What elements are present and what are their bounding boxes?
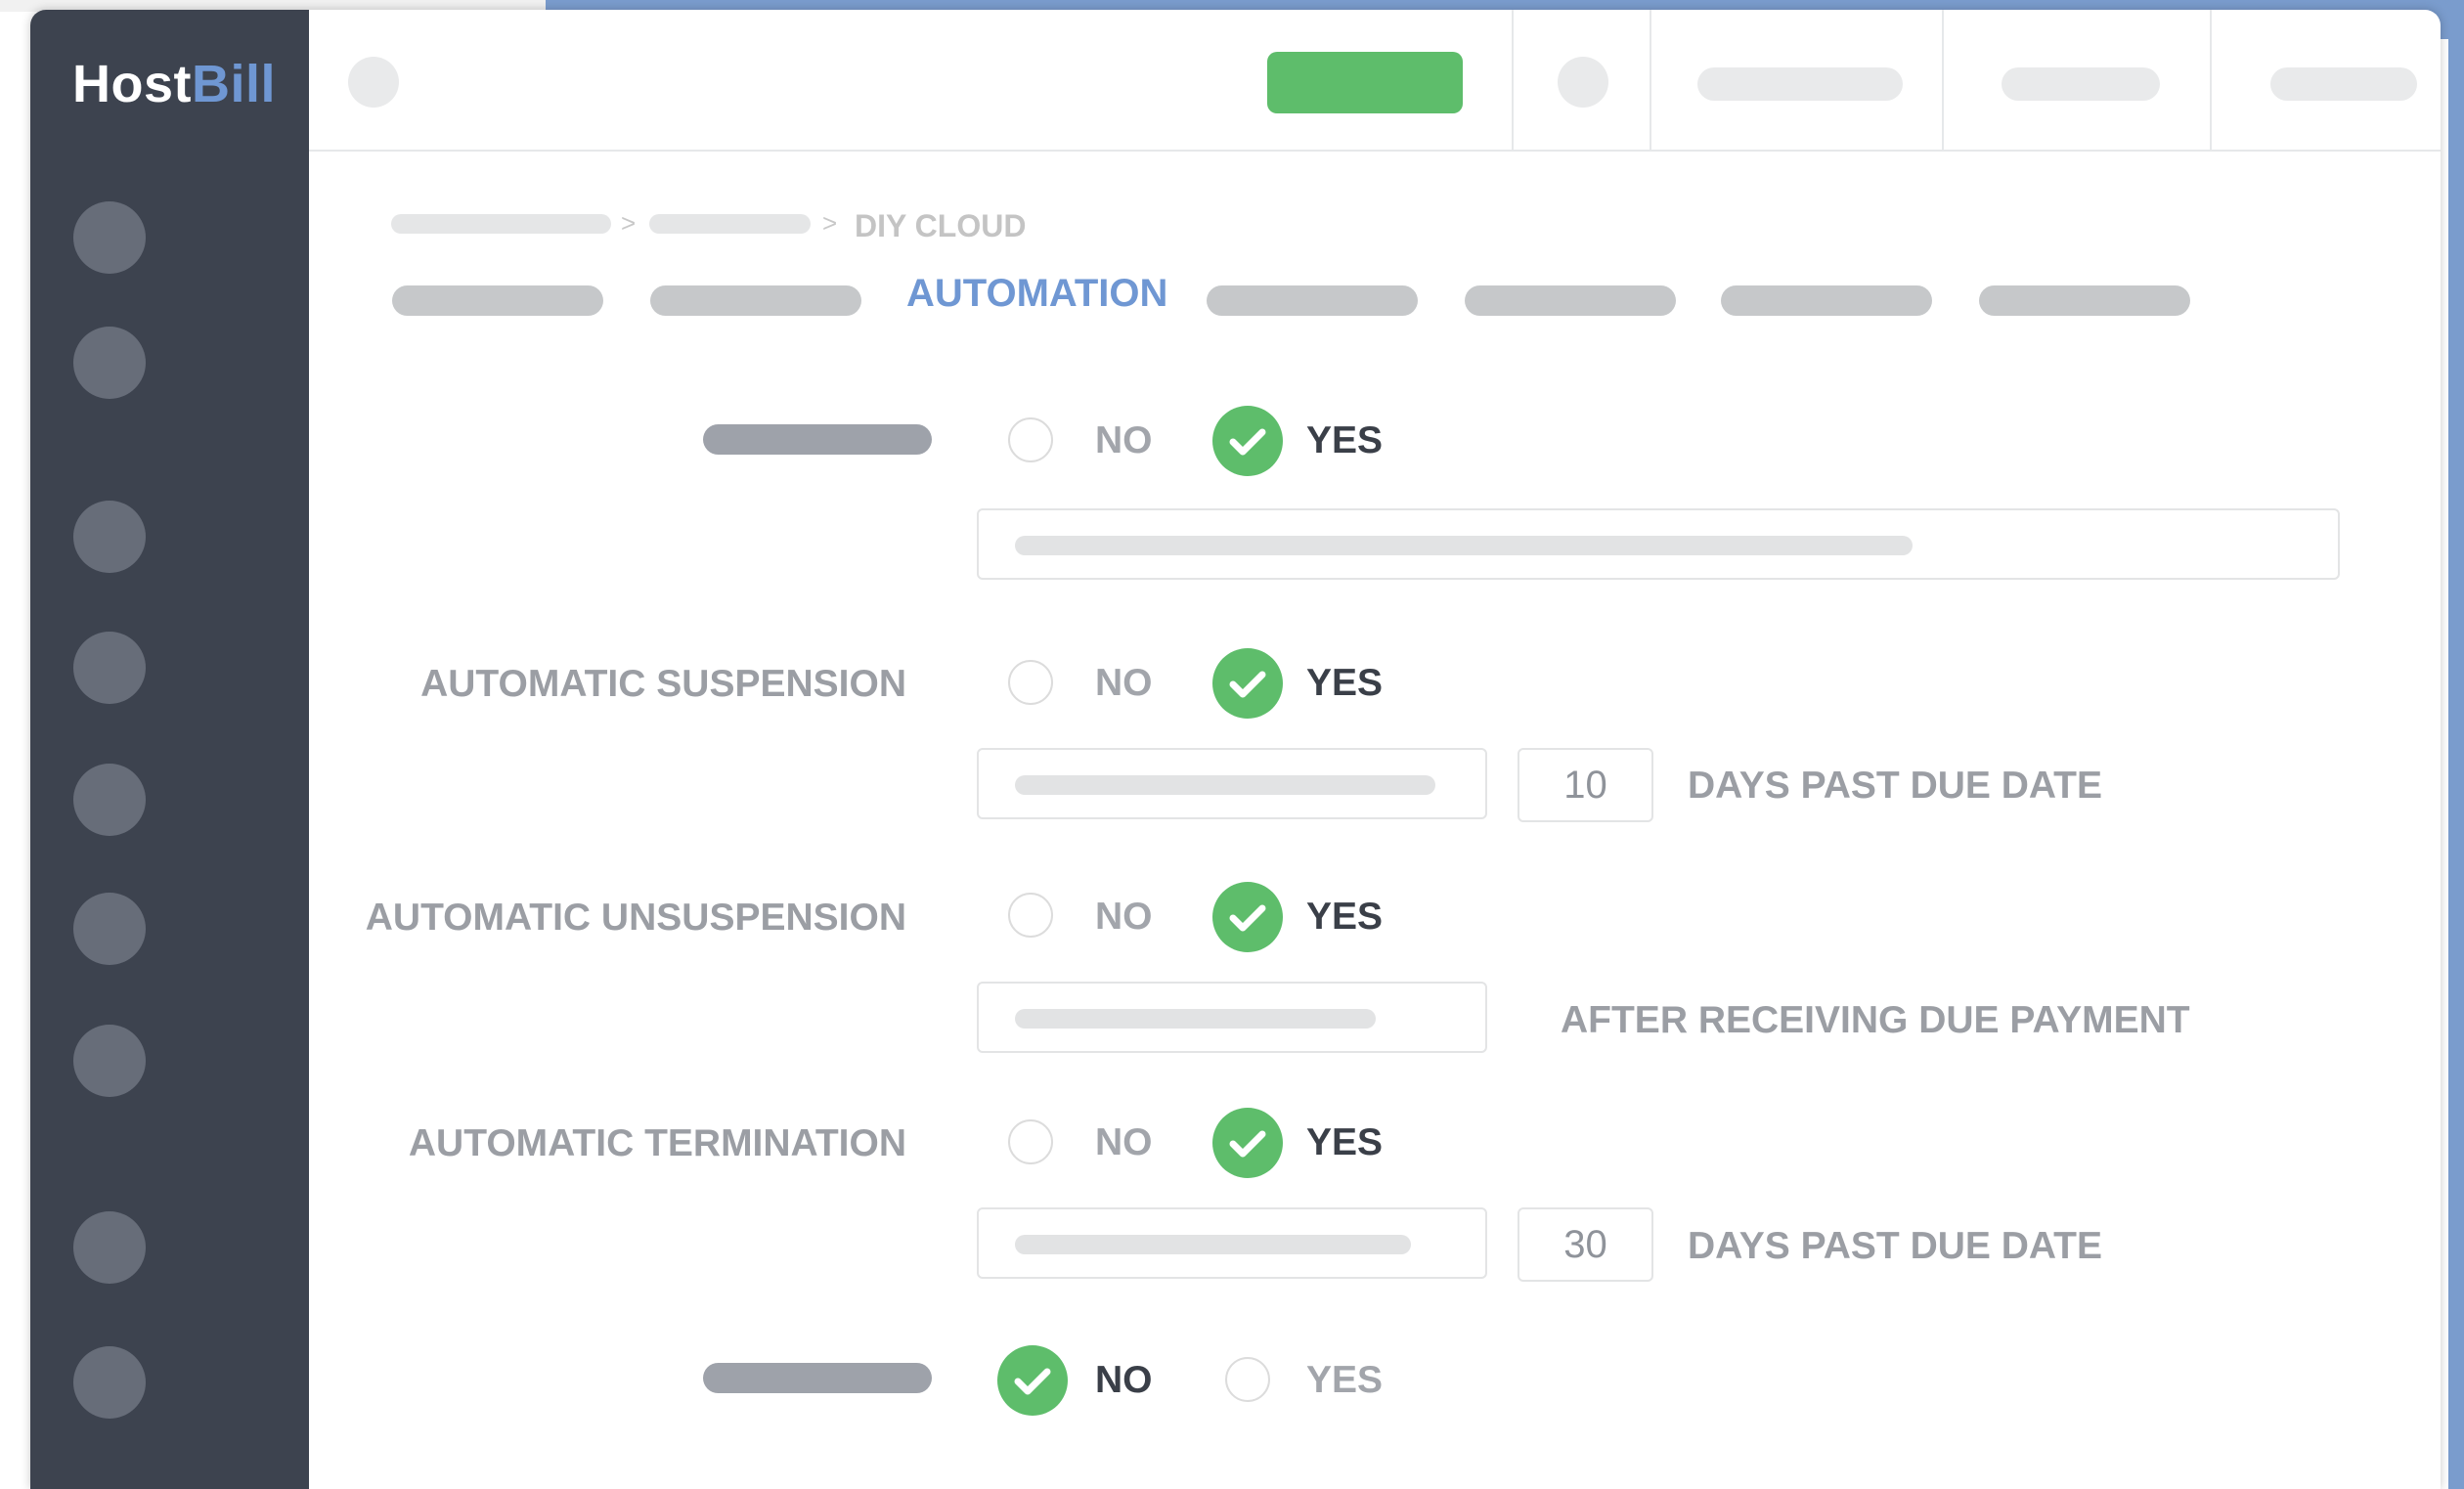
option-no-label: NO <box>1095 662 1153 704</box>
sidebar-nav-icon[interactable] <box>73 201 146 274</box>
radio-no-empty-circle-icon[interactable] <box>1008 893 1053 938</box>
breadcrumb-item[interactable] <box>649 214 811 234</box>
topbar-menu-item[interactable] <box>1697 67 1903 101</box>
field-value-placeholder <box>1015 536 1913 555</box>
radio-yes-check-circle-icon[interactable] <box>1212 1108 1283 1178</box>
backdrop-blue-right <box>2448 0 2464 1489</box>
unsuspension-suffix-label: AFTER RECEIVING DUE PAYMENT <box>1561 999 2190 1041</box>
chevron-right-icon: > <box>621 208 637 238</box>
chevron-right-icon: > <box>822 208 838 238</box>
option-no-label: NO <box>1095 1359 1153 1401</box>
days-suffix-label: DAYS PAST DUE DATE <box>1688 765 2103 807</box>
sidebar-nav-icon[interactable] <box>73 1346 146 1419</box>
setting-label <box>703 1363 932 1393</box>
radio-yes-check-circle-icon[interactable] <box>1212 406 1283 476</box>
field-value-placeholder <box>1015 775 1435 795</box>
tab[interactable] <box>1721 285 1932 316</box>
breadcrumb-item[interactable] <box>391 214 611 234</box>
sidebar-nav-icon[interactable] <box>73 1025 146 1097</box>
option-yes-label: YES <box>1306 662 1384 704</box>
tab[interactable] <box>1207 285 1418 316</box>
tab-automation[interactable]: AUTOMATION <box>906 272 1167 316</box>
setting-label: AUTOMATIC TERMINATION <box>408 1122 906 1164</box>
breadcrumb-current: DIY CLOUD <box>855 208 1027 243</box>
sidebar-nav-icon[interactable] <box>73 501 146 573</box>
topbar-divider <box>1650 10 1651 150</box>
option-no-label: NO <box>1095 1121 1153 1163</box>
days-suffix-label: DAYS PAST DUE DATE <box>1688 1225 2103 1267</box>
topbar-divider <box>1512 10 1514 150</box>
radio-no-check-circle-icon[interactable] <box>997 1345 1068 1416</box>
tab[interactable] <box>1979 285 2190 316</box>
logo-part-host: Host <box>72 55 192 113</box>
field-value-placeholder <box>1015 1235 1411 1254</box>
radio-no-empty-circle-icon[interactable] <box>1008 417 1053 462</box>
option-yes-label: YES <box>1306 1121 1384 1163</box>
option-no-label: NO <box>1095 419 1153 461</box>
option-yes-label: YES <box>1306 419 1384 461</box>
topbar-menu-item[interactable] <box>2002 67 2160 101</box>
app-window: HostBill > > DIY CLOUD AUTOMATION NO YES… <box>30 10 2441 1489</box>
days-input[interactable]: 30 <box>1518 1207 1653 1282</box>
sidebar-nav-icon[interactable] <box>73 327 146 399</box>
tab[interactable] <box>1465 285 1676 316</box>
sidebar-nav-icon[interactable] <box>73 632 146 704</box>
setting-label: AUTOMATIC SUSPENSION <box>420 663 906 705</box>
radio-no-empty-circle-icon[interactable] <box>1008 660 1053 705</box>
sidebar-nav-icon[interactable] <box>73 893 146 965</box>
topbar-menu-item[interactable] <box>2270 67 2417 101</box>
tab[interactable] <box>392 285 603 316</box>
text-field[interactable] <box>977 508 2340 580</box>
radio-no-empty-circle-icon[interactable] <box>1008 1119 1053 1164</box>
days-input[interactable]: 10 <box>1518 748 1653 822</box>
select-field[interactable] <box>977 982 1487 1053</box>
setting-label: AUTOMATIC UNSUSPENSION <box>365 897 906 939</box>
sidebar: HostBill <box>30 10 309 1489</box>
primary-action-button[interactable] <box>1267 52 1463 113</box>
menu-toggle-icon[interactable] <box>348 57 399 108</box>
hostbill-logo[interactable]: HostBill <box>72 54 276 114</box>
select-field[interactable] <box>977 748 1487 819</box>
tab[interactable] <box>650 285 861 316</box>
sidebar-nav-icon[interactable] <box>73 764 146 836</box>
logo-part-bill: Bill <box>192 55 277 113</box>
radio-yes-check-circle-icon[interactable] <box>1212 648 1283 719</box>
select-field[interactable] <box>977 1207 1487 1279</box>
setting-label <box>703 424 932 455</box>
radio-yes-empty-circle-icon[interactable] <box>1225 1357 1270 1402</box>
topbar-divider <box>2210 10 2212 150</box>
sidebar-nav-icon[interactable] <box>73 1211 146 1284</box>
radio-yes-check-circle-icon[interactable] <box>1212 882 1283 952</box>
option-yes-label: YES <box>1306 1359 1384 1401</box>
top-bar <box>309 10 2441 152</box>
option-no-label: NO <box>1095 896 1153 938</box>
option-yes-label: YES <box>1306 896 1384 938</box>
topbar-divider <box>1942 10 1944 150</box>
notification-icon[interactable] <box>1558 57 1608 108</box>
field-value-placeholder <box>1015 1009 1376 1029</box>
